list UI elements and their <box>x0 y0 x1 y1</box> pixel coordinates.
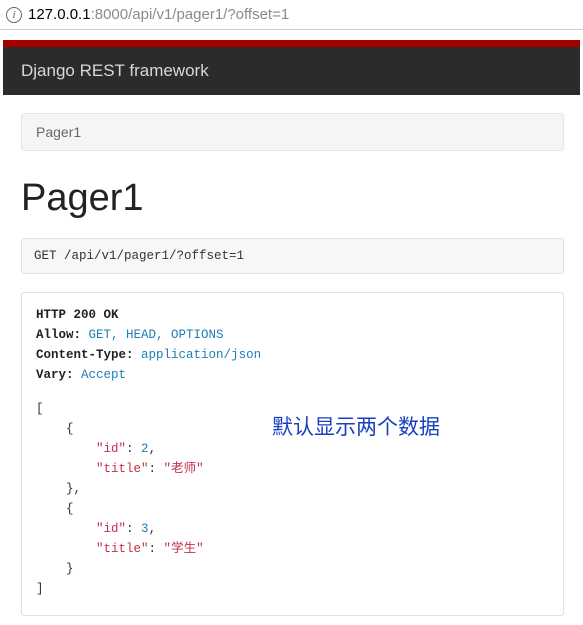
status-line: HTTP 200 OK <box>36 308 119 322</box>
vary-label: Vary: <box>36 368 74 382</box>
title-1: "学生" <box>164 542 204 556</box>
response-block: HTTP 200 OK Allow: GET, HEAD, OPTIONS Co… <box>21 292 564 616</box>
request-path: /api/v1/pager1/?offset=1 <box>64 249 244 263</box>
vary-value: Accept <box>81 368 126 382</box>
url-host: 127.0.0.1 <box>28 6 91 23</box>
brand-link[interactable]: Django REST framework <box>21 61 209 80</box>
title-0: "老师" <box>164 462 204 476</box>
browser-address-bar[interactable]: i 127.0.0.1:8000/api/v1/pager1/?offset=1 <box>0 0 583 30</box>
allow-value: GET, HEAD, OPTIONS <box>89 328 224 342</box>
breadcrumb: Pager1 <box>21 113 564 151</box>
ctype-value: application/json <box>141 348 261 362</box>
navbar: Django REST framework <box>3 47 580 95</box>
page-title: Pager1 <box>21 177 564 220</box>
info-icon: i <box>6 7 22 23</box>
request-line: GET /api/v1/pager1/?offset=1 <box>21 238 564 274</box>
ctype-label: Content-Type: <box>36 348 134 362</box>
url-path: :8000/api/v1/pager1/?offset=1 <box>91 6 290 23</box>
request-method: GET <box>34 249 57 263</box>
url-text: 127.0.0.1:8000/api/v1/pager1/?offset=1 <box>28 6 289 23</box>
main-content: Pager1 Pager1 GET /api/v1/pager1/?offset… <box>3 95 580 624</box>
allow-label: Allow: <box>36 328 81 342</box>
breadcrumb-current: Pager1 <box>36 124 81 140</box>
red-strip <box>3 40 580 47</box>
annotation-text: 默认显示两个数据 <box>272 411 440 445</box>
